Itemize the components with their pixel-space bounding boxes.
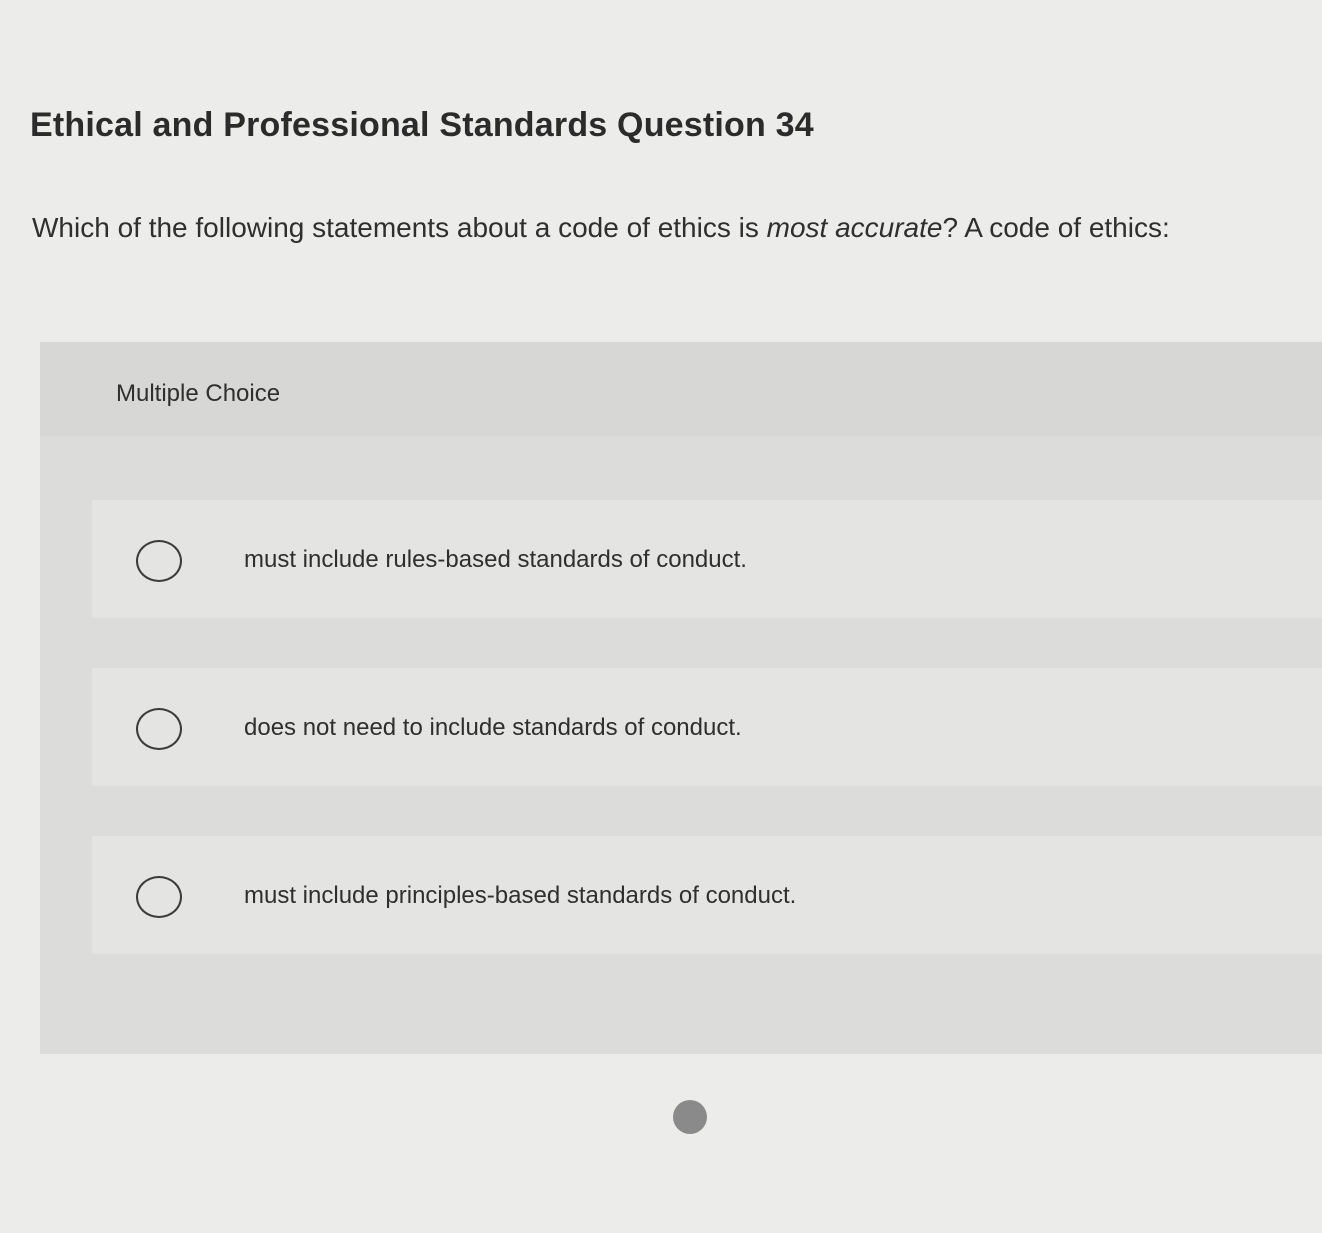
question-text-after: ? A code of ethics: — [942, 212, 1170, 243]
multiple-choice-panel: Multiple Choice must include rules-based… — [40, 342, 1322, 1054]
answer-option-text: must include principles-based standards … — [244, 882, 797, 909]
question-emphasis: most accurate — [766, 212, 943, 243]
pagination-dot-icon[interactable] — [673, 1100, 707, 1134]
radio-button-icon[interactable] — [136, 708, 182, 750]
answer-option-2[interactable]: does not need to include standards of co… — [92, 668, 1322, 786]
multiple-choice-label: Multiple Choice — [116, 380, 281, 407]
page-title: Ethical and Professional Standards Quest… — [30, 106, 814, 144]
answer-option-1[interactable]: must include rules-based standards of co… — [92, 500, 1322, 618]
answer-option-text: must include rules-based standards of co… — [244, 546, 747, 573]
radio-button-icon[interactable] — [136, 876, 182, 918]
radio-button-icon[interactable] — [136, 540, 182, 582]
answer-option-3[interactable]: must include principles-based standards … — [92, 836, 1322, 954]
question-text-before: Which of the following statements about … — [32, 212, 767, 243]
answer-option-text: does not need to include standards of co… — [244, 714, 742, 741]
question-text: Which of the following statements about … — [32, 212, 1170, 244]
multiple-choice-header: Multiple Choice — [40, 342, 1322, 436]
